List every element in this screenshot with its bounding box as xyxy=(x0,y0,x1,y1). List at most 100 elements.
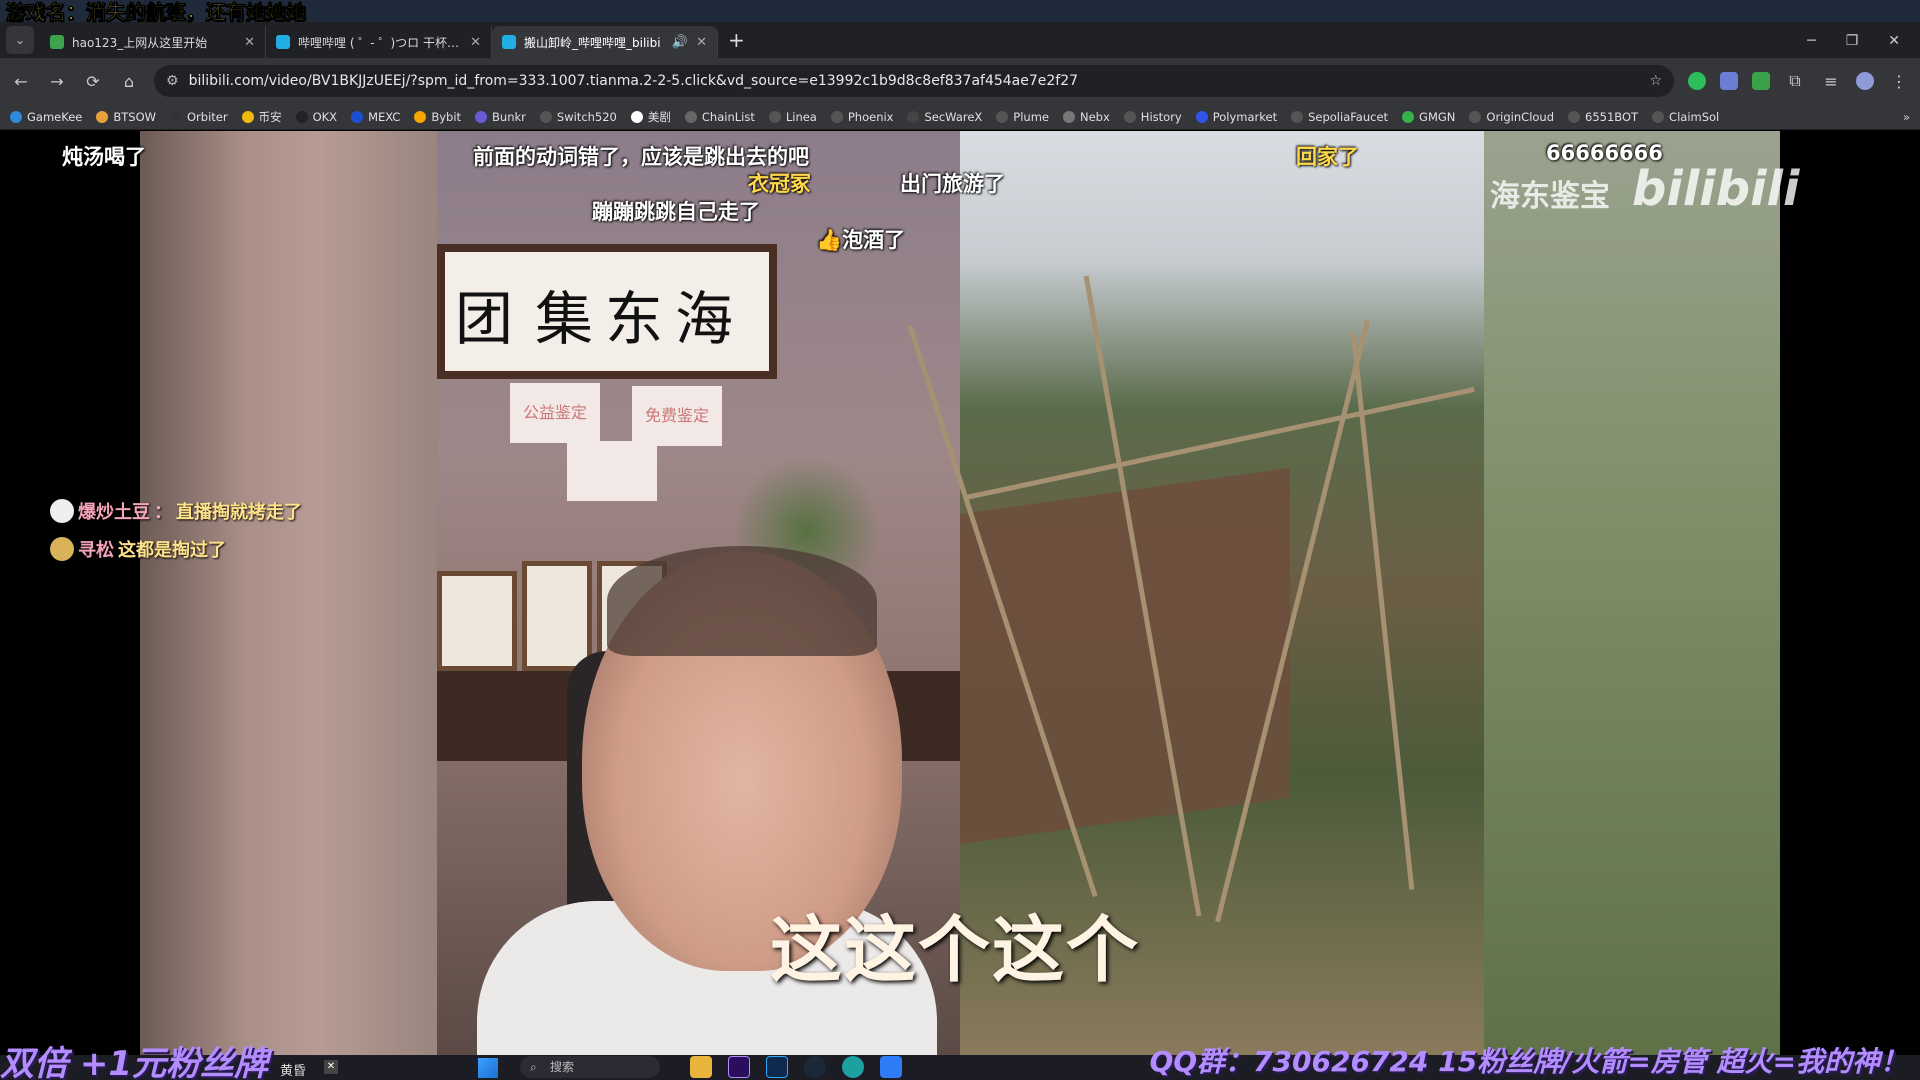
bookmark-item[interactable]: GMGN xyxy=(1402,110,1455,124)
close-icon[interactable]: ✕ xyxy=(696,35,707,50)
edge-icon[interactable] xyxy=(842,1056,864,1078)
extension-icon[interactable] xyxy=(1720,72,1738,90)
bookmark-item[interactable]: BTSOW xyxy=(96,110,156,124)
search-icon: ⌕ xyxy=(530,1060,537,1074)
extension-icon[interactable] xyxy=(1688,72,1706,90)
tab-search-button[interactable]: ⌄ xyxy=(6,26,34,54)
bookmark-favicon-icon xyxy=(830,110,843,123)
hao123-favicon-icon xyxy=(50,35,64,49)
bookmark-item[interactable]: Plume xyxy=(996,110,1049,124)
stream-title-overlay: 游戏名：消失的航班，还有她她她 xyxy=(6,0,307,24)
close-icon[interactable]: ✕ xyxy=(244,35,255,50)
url-text[interactable]: bilibili.com/video/BV1BKJJzUEEj/?spm_id_… xyxy=(189,73,1640,89)
bookmark-favicon-icon xyxy=(1568,110,1581,123)
bookmark-label: OriginCloud xyxy=(1486,109,1555,124)
bookmark-item[interactable]: OKX xyxy=(295,110,337,124)
bookmark-item[interactable]: Phoenix xyxy=(830,110,893,124)
video-left-blur-panel xyxy=(140,131,437,1055)
tab-title: 搬山卸岭_哔哩哔哩_bilibi xyxy=(524,35,661,50)
address-bar[interactable]: ⚙ bilibili.com/video/BV1BKJJzUEEj/?spm_i… xyxy=(154,65,1674,97)
wall-note xyxy=(567,441,657,501)
bookmark-label: MEXC xyxy=(368,109,401,124)
bookmark-item[interactable]: GameKee xyxy=(10,110,82,124)
calligraphy-frame: 海 东 集 团 xyxy=(437,244,777,379)
bookmark-label: GMGN xyxy=(1419,109,1456,124)
chat-text: 这都是掏过了 xyxy=(118,540,226,561)
bookmark-item[interactable]: Linea xyxy=(768,110,817,124)
video-player[interactable]: 海 东 集 团 公益鉴定 免费鉴定 海东鉴宝 bilibili 炖汤喝了 前面的… xyxy=(0,131,1920,1055)
tab-bilibili-home[interactable]: 哔哩哔哩 ( ゜- ゜)つロ 干杯~-bi ✕ xyxy=(266,26,492,58)
bookmark-label: Bybit xyxy=(431,109,462,124)
chat-username: 爆炒土豆 xyxy=(78,502,150,523)
bookmark-item[interactable]: Orbiter xyxy=(170,110,228,124)
bookmark-favicon-icon xyxy=(684,110,697,123)
extensions-puzzle-icon[interactable]: ⧉ xyxy=(1784,71,1806,91)
danmaku-comment: 👍泡酒了 xyxy=(816,228,906,252)
back-arrow-icon[interactable]: ← xyxy=(10,72,32,91)
restore-icon[interactable]: ❐ xyxy=(1846,33,1859,49)
channel-watermark: 海东鉴宝 xyxy=(1490,179,1610,214)
extension-icon[interactable] xyxy=(1752,72,1770,90)
windows-start-icon[interactable] xyxy=(478,1058,498,1078)
note-text: 免费鉴定 xyxy=(644,406,709,425)
bookmark-item[interactable]: 美剧 xyxy=(630,109,671,125)
profile-avatar-icon[interactable] xyxy=(1856,72,1874,90)
bookmarks-overflow-button[interactable]: » xyxy=(1903,110,1910,124)
bookmark-item[interactable]: Polymarket xyxy=(1195,109,1278,124)
weather-label[interactable]: 黄昏 xyxy=(280,1060,306,1079)
bookmark-label: SepoliaFaucet xyxy=(1308,109,1389,124)
bookmark-item[interactable]: 6551BOT xyxy=(1568,110,1638,124)
bilibili-favicon-icon xyxy=(276,35,290,49)
wall-note: 免费鉴定 xyxy=(632,386,722,446)
site-info-icon[interactable]: ⚙ xyxy=(166,73,179,89)
file-explorer-icon[interactable] xyxy=(690,1056,712,1078)
bookmark-item[interactable]: SepoliaFaucet xyxy=(1291,110,1388,124)
bookmark-item[interactable]: ChainList xyxy=(684,110,755,124)
bilibili-favicon-icon xyxy=(502,35,516,49)
bookmark-label: 美剧 xyxy=(647,109,671,124)
close-icon[interactable]: ✕ xyxy=(470,35,481,50)
photoshop-icon[interactable] xyxy=(766,1056,788,1078)
tab-bilibili-video[interactable]: 搬山卸岭_哔哩哔哩_bilibi 🔊 ✕ xyxy=(492,26,718,58)
premiere-icon[interactable] xyxy=(728,1056,750,1078)
bookmark-item[interactable]: ClaimSol xyxy=(1652,110,1719,124)
bookmark-label: Switch520 xyxy=(556,109,617,124)
close-icon[interactable]: ✕ xyxy=(324,1060,338,1074)
bookmark-favicon-icon xyxy=(170,110,182,123)
bookmark-favicon-icon xyxy=(295,110,308,123)
taskbar-search[interactable]: ⌕ 搜索 xyxy=(520,1056,660,1078)
bookmark-label: History xyxy=(1140,109,1182,124)
bookmark-item[interactable]: MEXC xyxy=(351,110,400,124)
close-window-icon[interactable]: ✕ xyxy=(1888,33,1900,49)
bookmark-item[interactable]: SecWareX xyxy=(907,110,982,124)
reload-icon[interactable]: ⟳ xyxy=(82,72,104,91)
bookmark-item[interactable]: History xyxy=(1123,109,1182,124)
minimize-icon[interactable]: ─ xyxy=(1807,33,1815,49)
bookmark-favicon-icon xyxy=(1402,110,1415,123)
new-tab-button[interactable]: + xyxy=(728,28,745,52)
reading-list-icon[interactable]: ≡ xyxy=(1820,72,1842,91)
tab-hao123[interactable]: hao123_上网从这里开始 ✕ xyxy=(40,26,266,58)
bookmark-label: Polymarket xyxy=(1212,109,1278,124)
bookmark-item[interactable]: OriginCloud xyxy=(1469,110,1554,124)
taskbar-apps xyxy=(690,1056,902,1078)
forward-arrow-icon[interactable]: → xyxy=(46,72,68,91)
check-app-icon[interactable] xyxy=(880,1056,902,1078)
chat-message: 爆炒土豆 ： 直播掏就拷走了 xyxy=(50,498,302,524)
speaker-icon[interactable]: 🔊 xyxy=(672,35,688,50)
more-menu-icon[interactable]: ⋮ xyxy=(1888,72,1910,91)
bookmark-favicon-icon xyxy=(1123,110,1136,123)
bookmark-item[interactable]: Bybit xyxy=(414,110,461,124)
bookmark-item[interactable]: Bunkr xyxy=(475,110,526,124)
chat-message: 寻松 这都是掏过了 xyxy=(50,536,226,562)
bookmark-label: 币安 xyxy=(258,109,282,124)
bookmark-item[interactable]: Nebx xyxy=(1063,110,1110,124)
bookmark-label: ClaimSol xyxy=(1669,109,1720,124)
bookmark-item[interactable]: 币安 xyxy=(241,109,282,125)
bookmark-item[interactable]: Switch520 xyxy=(539,109,617,124)
bookmark-star-icon[interactable]: ☆ xyxy=(1649,73,1662,89)
video-right-blur-panel xyxy=(1484,131,1780,1055)
home-icon[interactable]: ⌂ xyxy=(118,72,140,91)
bookmark-favicon-icon xyxy=(475,110,488,123)
steam-icon[interactable] xyxy=(804,1056,826,1078)
